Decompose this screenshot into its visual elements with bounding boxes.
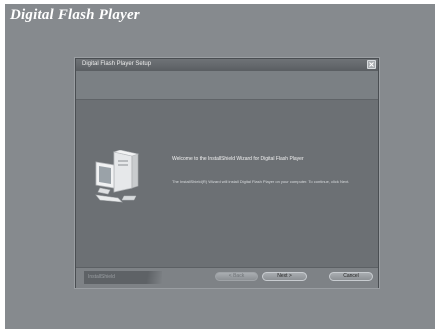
back-button[interactable]: < Back xyxy=(215,272,258,281)
dialog-titlebar[interactable]: Digital Flash Player Setup xyxy=(76,59,378,71)
welcome-description: The InstallShield(R) Wizard will install… xyxy=(172,179,350,184)
welcome-heading: Welcome to the InstallShield Wizard for … xyxy=(172,156,304,162)
cancel-button[interactable]: Cancel xyxy=(329,272,373,281)
dialog-title: Digital Flash Player Setup xyxy=(82,61,152,67)
close-icon xyxy=(369,62,374,67)
app-banner-title: Digital Flash Player xyxy=(10,7,140,23)
installshield-brand-strip: InstallShield xyxy=(84,271,162,284)
installshield-brand-label: InstallShield xyxy=(88,274,115,280)
desktop-screen: Digital Flash Player Digital Flash Playe… xyxy=(5,4,435,329)
dialog-footer: InstallShield < Back Next > Cancel xyxy=(76,267,378,288)
dialog-content: Welcome to the InstallShield Wizard for … xyxy=(76,100,378,267)
dialog-header-band xyxy=(76,71,378,100)
close-button[interactable] xyxy=(367,60,376,69)
setup-dialog: Digital Flash Player Setup Welcome to th… xyxy=(75,58,379,288)
next-button[interactable]: Next > xyxy=(262,272,307,281)
computer-icon xyxy=(95,150,140,203)
